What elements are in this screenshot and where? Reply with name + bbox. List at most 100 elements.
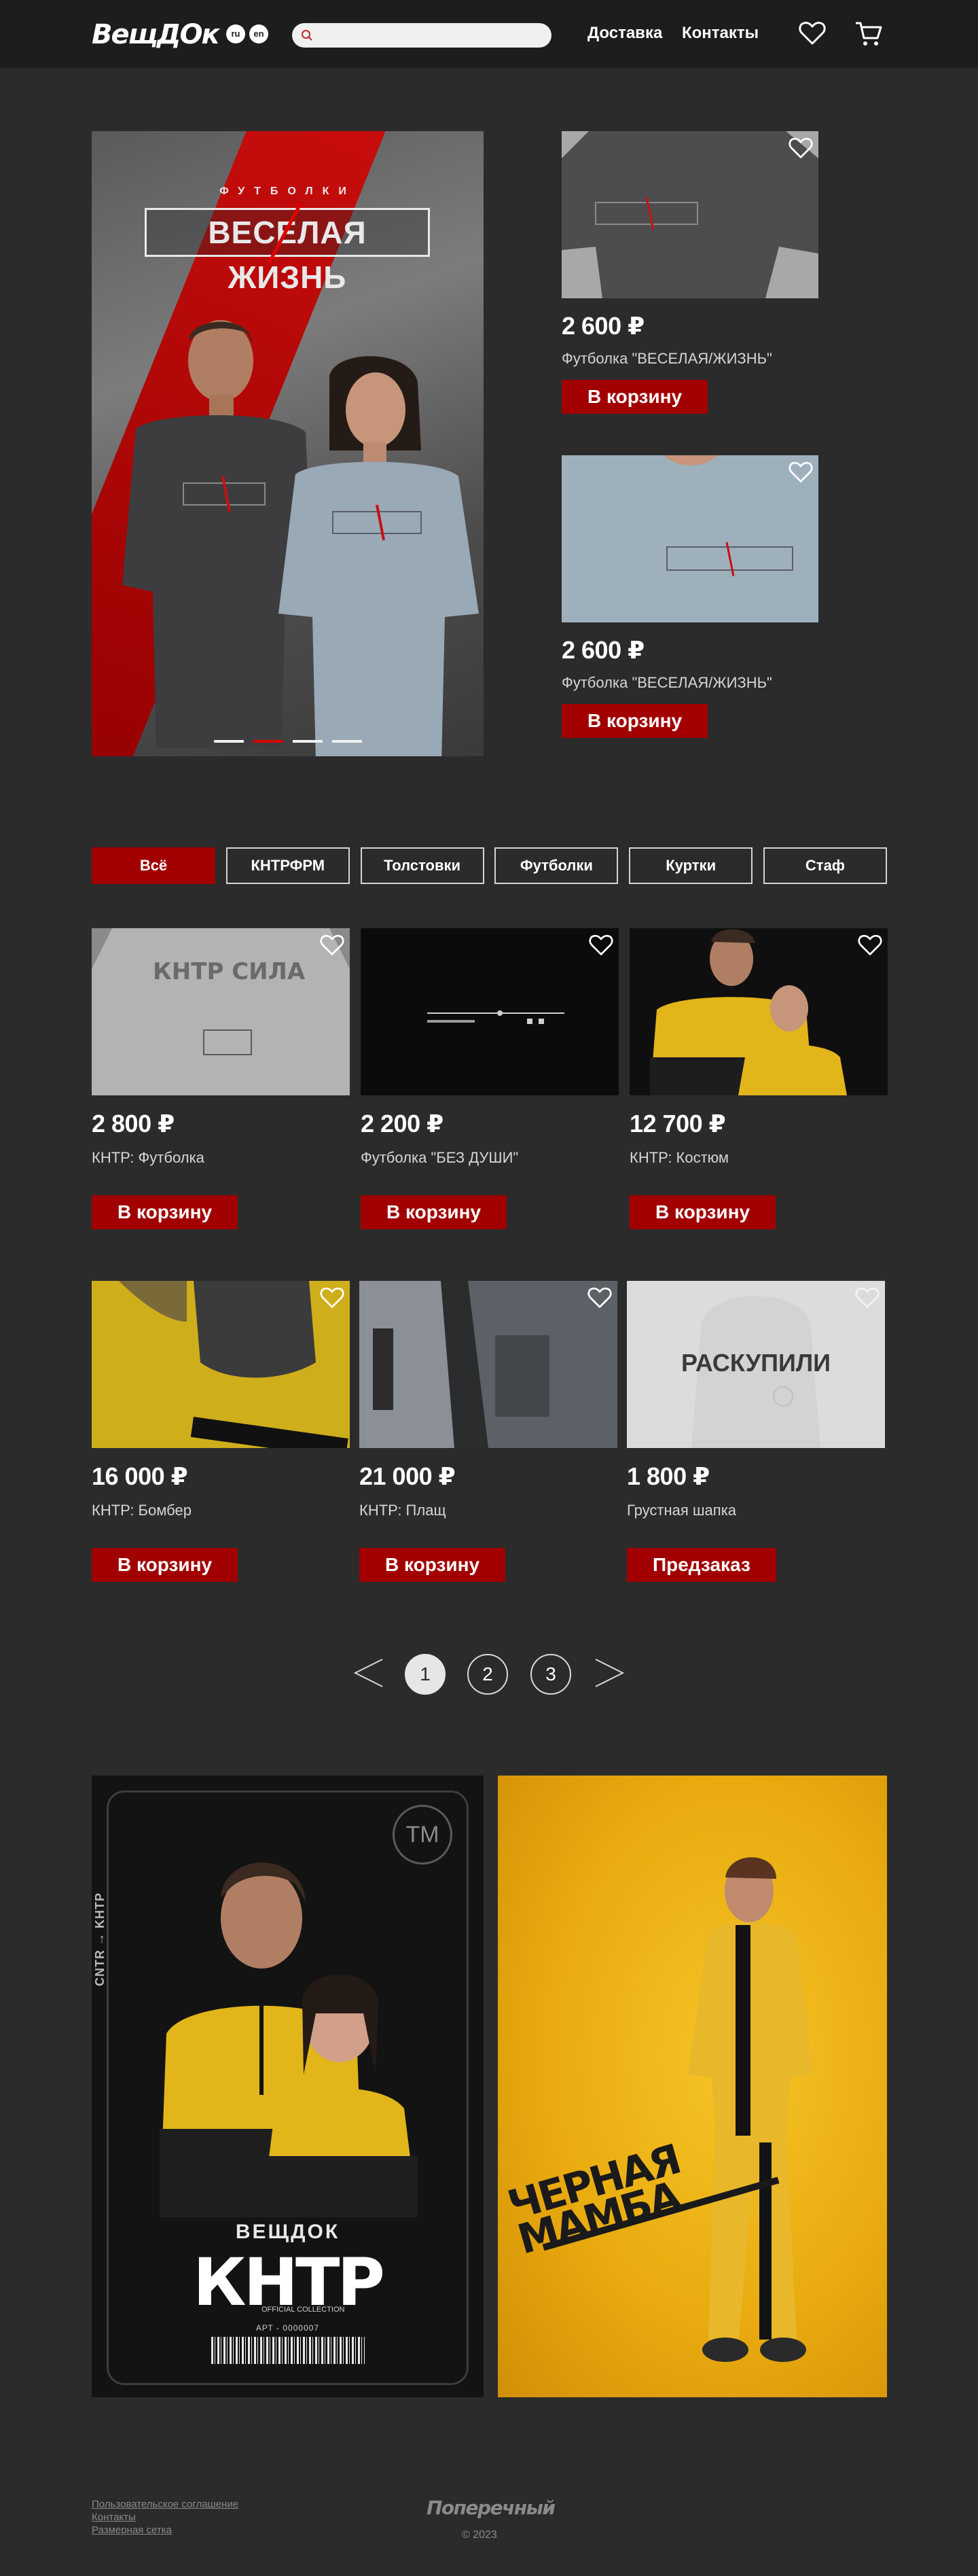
hero-title: ВЕСЕЛАЯ ЖИЗНЬ [145,208,430,295]
favorite-heart-icon[interactable] [858,934,882,957]
product-card: КНТР СИЛА 2 800 ₽ КНТР: Футболка В корзи… [92,928,350,1229]
hero-model-woman [278,356,479,756]
promo-mamba-banner[interactable]: ЧЕРНАЯ МАМБА [498,1776,887,2397]
product-image[interactable]: КНТР СИЛА [92,928,350,1095]
search-icon [302,30,312,41]
logo[interactable]: ВещДОк [92,19,220,50]
product-price: 21 000 ₽ [359,1462,456,1490]
product-image[interactable]: РАСКУПИЛИ [627,1281,885,1448]
bez-dushi-tshirt-photo [361,928,619,1095]
slide-dot[interactable] [331,740,362,743]
product-price: 2 200 ₽ [361,1110,443,1137]
slide-dot[interactable] [213,740,244,743]
add-to-cart-button[interactable]: В корзину [562,704,708,738]
product-image[interactable] [562,131,818,298]
hero-banner[interactable]: ФУТБОЛКИ ВЕСЕЛАЯ ЖИЗНЬ [92,131,484,756]
promo-vertical-text: CNTR → KHTP [93,1892,107,1986]
search-input[interactable] [292,23,551,48]
favorite-heart-icon[interactable] [587,1286,612,1309]
promo-mamba-model-photo [688,1857,814,2362]
product-image[interactable] [92,1281,350,1448]
barcode-graphic [211,2337,365,2364]
filter-tshirts[interactable]: Футболки [494,847,619,884]
favorites-heart-icon[interactable] [799,20,826,46]
filter-all[interactable]: Всё [92,847,215,884]
add-to-cart-button[interactable]: В корзину [92,1548,238,1582]
promo-brand: ВЕЩДОК [235,2221,340,2243]
cart-icon[interactable] [854,20,883,48]
product-name: КНТР: Футболка [92,1149,204,1166]
promo-kntr-banner[interactable]: CNTR → KHTP TM ВЕЩДОК КНТР OFFICIAL COLL… [92,1776,484,2397]
favorite-heart-icon[interactable] [320,934,344,957]
product-image[interactable] [361,928,619,1095]
filter-kntrfrm[interactable]: КНТРФРМ [225,847,350,884]
site-header: ВещДОк ru en Доставка Контакты [0,0,978,68]
product-image[interactable] [630,928,888,1095]
footer-brand-logo[interactable]: Поперечный [427,2496,556,2519]
footer-link-size-chart[interactable]: Размерная сетка [92,2524,238,2537]
add-to-cart-button[interactable]: В корзину [361,1195,507,1229]
filter-hoodies[interactable]: Толстовки [360,847,484,884]
product-image[interactable] [562,455,818,622]
promo-article: АРТ - 0000007 [255,2323,320,2333]
kntr-bomber-photo [92,1281,350,1448]
add-to-cart-button[interactable]: В корзину [92,1195,238,1229]
sold-out-label: РАСКУПИЛИ [681,1349,831,1377]
product-price: 12 700 ₽ [630,1110,726,1137]
filter-jackets[interactable]: Куртки [629,847,753,884]
slide-dot[interactable] [292,740,323,743]
lang-ru-button[interactable]: ru [226,24,245,43]
product-card: РАСКУПИЛИ 1 800 ₽ Грустная шапка Предзак… [627,1281,885,1582]
product-price: 2 600 ₽ [562,636,645,664]
nav-contacts-link[interactable]: Контакты [682,24,759,43]
product-name: КНТР: Костюм [630,1149,729,1166]
product-card: 2 200 ₽ Футболка "БЕЗ ДУШИ" В корзину [361,928,619,1229]
hero-slider-dots [92,740,484,743]
kntr-print-text: КНТР СИЛА [153,958,306,985]
next-page-arrow-icon[interactable] [593,1657,626,1689]
product-name: КНТР: Плащ [359,1502,446,1519]
favorite-heart-icon[interactable] [589,934,613,957]
kntr-suit-photo [630,928,888,1095]
product-card: 16 000 ₽ КНТР: Бомбер В корзину [92,1281,350,1582]
footer-links: Пользовательское соглашение Контакты Раз… [92,2498,238,2537]
category-filters: Всё КНТРФРМ Толстовки Футболки Куртки Ст… [92,847,887,884]
page-2-button[interactable]: 2 [467,1654,508,1695]
tshirt-dark-photo [562,131,818,298]
kntr-raincoat-photo [359,1281,617,1448]
product-card: 12 700 ₽ КНТР: Костюм В корзину [630,928,888,1229]
product-name: Грустная шапка [627,1502,737,1519]
featured-product-card: 2 600 ₽ Футболка "ВЕСЕЛАЯ/ЖИЗНЬ" В корзи… [562,455,820,738]
footer-link-contacts[interactable]: Контакты [92,2511,238,2524]
favorite-heart-icon[interactable] [789,137,813,160]
slide-dot-active[interactable] [253,740,283,743]
nav-delivery-link[interactable]: Доставка [587,24,662,43]
product-image[interactable] [359,1281,617,1448]
kntr-tshirt-photo: КНТР СИЛА [92,928,350,1095]
filter-staff[interactable]: Стаф [763,847,887,884]
favorite-heart-icon[interactable] [320,1286,344,1309]
product-price: 1 800 ₽ [627,1462,710,1490]
footer-link-agreement[interactable]: Пользовательское соглашение [92,2498,238,2511]
add-to-cart-button[interactable]: В корзину [359,1548,506,1582]
product-price: 2 600 ₽ [562,312,645,340]
favorite-heart-icon[interactable] [789,461,813,484]
page-1-button[interactable]: 1 [405,1654,446,1695]
favorite-heart-icon[interactable] [855,1286,880,1309]
product-name: Футболка "ВЕСЕЛАЯ/ЖИЗНЬ" [562,350,772,367]
promo-badge-text: OFFICIAL COLLECTION [261,2306,345,2314]
add-to-cart-button[interactable]: В корзину [562,380,708,414]
product-card: 21 000 ₽ КНТР: Плащ В корзину [359,1281,617,1582]
product-price: 2 800 ₽ [92,1110,175,1137]
product-price: 16 000 ₽ [92,1462,188,1490]
add-to-cart-button[interactable]: В корзину [630,1195,776,1229]
prev-page-arrow-icon[interactable] [352,1657,385,1689]
product-name: КНТР: Бомбер [92,1502,192,1519]
tshirt-light-photo [562,455,818,622]
page-3-button[interactable]: 3 [530,1654,571,1695]
product-name: Футболка "ВЕСЕЛАЯ/ЖИЗНЬ" [562,674,772,691]
preorder-button[interactable]: Предзаказ [627,1548,776,1582]
footer-copyright: © 2023 [462,2529,497,2541]
featured-product-card: 2 600 ₽ Футболка "ВЕСЕЛАЯ/ЖИЗНЬ" В корзи… [562,131,820,414]
lang-en-button[interactable]: en [249,24,268,43]
